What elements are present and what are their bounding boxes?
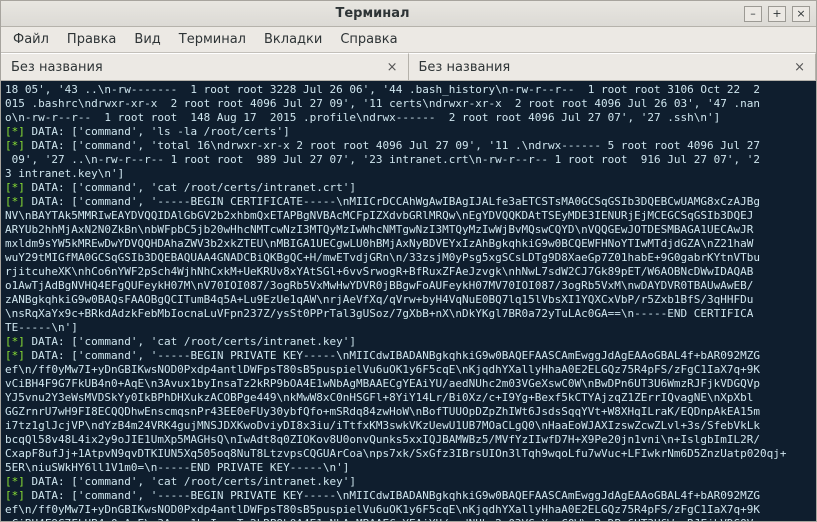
menu-file[interactable]: Файл [5,29,57,50]
menu-tabs-item[interactable]: Вкладки [256,29,330,50]
minimize-icon: – [750,8,756,19]
menu-edit[interactable]: Правка [59,29,124,50]
tab-label: Без названия [419,60,789,75]
titlebar: Терминал – + × [1,1,816,27]
menubar: Файл Правка Вид Терминал Вкладки Справка [1,27,816,53]
menu-help[interactable]: Справка [332,29,405,50]
tab-0[interactable]: Без названия × [1,53,409,80]
terminal-output[interactable]: 18 05', '43 ..\n-rw------- 1 root root 3… [1,81,816,521]
menu-terminal[interactable]: Терминал [171,29,254,50]
close-icon: × [796,8,805,19]
minimize-button[interactable]: – [744,6,762,22]
tab-label: Без названия [11,60,381,75]
menu-view[interactable]: Вид [126,29,168,50]
window-title: Терминал [336,6,410,21]
tab-close-icon[interactable]: × [387,60,398,75]
maximize-button[interactable]: + [768,6,786,22]
close-button[interactable]: × [792,6,810,22]
terminal-window: Терминал – + × Файл Правка Вид Терминал … [0,0,817,522]
tab-close-icon[interactable]: × [794,60,805,75]
maximize-icon: + [772,8,781,19]
tabstrip: Без названия × Без названия × [1,53,816,81]
tab-1[interactable]: Без названия × [409,53,817,80]
